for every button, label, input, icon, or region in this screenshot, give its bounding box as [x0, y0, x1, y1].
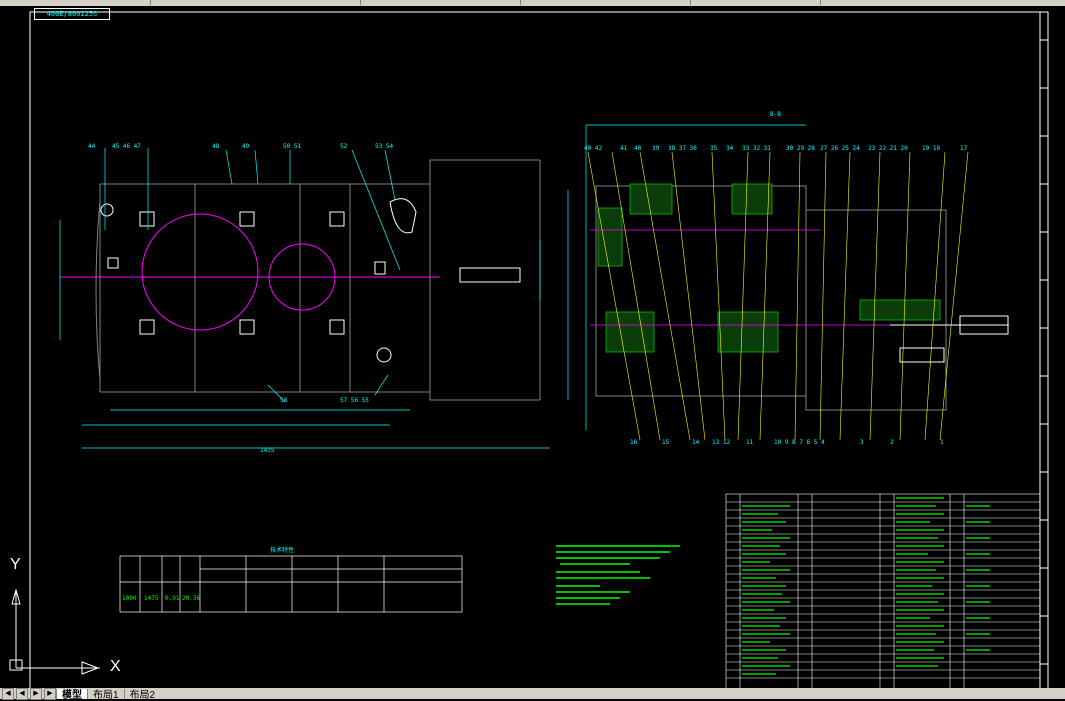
tab-next-icon[interactable]: ▶ — [30, 687, 42, 700]
drawing-border — [29, 11, 1049, 688]
param-cell: 20.36 — [182, 595, 200, 602]
parameter-table-values: 1000 1475 0.91 20.36 技术特性 — [122, 546, 294, 602]
svg-text:40 42: 40 42 — [584, 145, 602, 152]
ucs-axis-icon — [9, 588, 100, 675]
svg-text:19 18: 19 18 — [922, 145, 940, 152]
ucs-y-label: Y — [10, 556, 21, 573]
tab-model[interactable]: 模型 — [56, 688, 87, 701]
tab-first-icon[interactable]: ◀ — [2, 687, 14, 700]
svg-text:23 22 21 20: 23 22 21 20 — [868, 145, 908, 152]
svg-text:1: 1 — [940, 439, 944, 446]
ucs-x-label: X — [110, 658, 121, 675]
technical-notes — [556, 545, 680, 605]
drawing-canvas[interactable]: 44 45 46 47 48 49 50 51 52 53 54 58 57 56 55… — [0, 6, 1065, 688]
toolbar-segment[interactable] — [690, 0, 821, 5]
svg-text:39: 39 — [652, 145, 660, 152]
svg-text:49: 49 — [242, 143, 250, 150]
svg-text:34: 34 — [726, 145, 734, 152]
parameter-table[interactable] — [119, 555, 463, 613]
param-table-title: 技术特性 — [270, 546, 294, 554]
svg-text:58: 58 — [280, 397, 288, 404]
svg-text:50 51: 50 51 — [283, 143, 301, 150]
toolbar-segment[interactable] — [150, 0, 361, 5]
svg-text:35: 35 — [710, 145, 718, 152]
param-cell: 0.91 — [165, 595, 180, 602]
tab-prev-icon[interactable]: ◀ — [16, 687, 28, 700]
svg-text:14: 14 — [692, 439, 700, 446]
svg-text:15: 15 — [662, 439, 670, 446]
section-label: B-B — [770, 111, 781, 118]
svg-text:11: 11 — [746, 439, 754, 446]
parts-list-table[interactable] — [725, 493, 1041, 688]
svg-text:2: 2 — [890, 439, 894, 446]
parts-list-entries — [742, 497, 990, 675]
svg-text:45 46 47: 45 46 47 — [112, 143, 141, 150]
tab-layout-2[interactable]: 布局2 — [123, 688, 161, 701]
param-cell: 1475 — [144, 595, 159, 602]
svg-text:27 26 25 24: 27 26 25 24 — [820, 145, 860, 152]
svg-text:52: 52 — [340, 143, 348, 150]
drawing-code: 400E/800125S — [34, 8, 110, 20]
svg-text:57 56 55: 57 56 55 — [340, 397, 369, 404]
svg-text:38 37 36: 38 37 36 — [668, 145, 697, 152]
zone-ruler — [1040, 39, 1048, 665]
toolbar-segment[interactable] — [520, 0, 691, 5]
svg-text:44: 44 — [88, 143, 96, 150]
svg-text:1435: 1435 — [260, 447, 275, 454]
toolbar-segment[interactable] — [820, 0, 1065, 5]
svg-text:41: 41 — [620, 145, 628, 152]
toolbar-segment[interactable] — [0, 0, 151, 5]
param-cell: 1000 — [122, 595, 137, 602]
svg-text:3: 3 — [860, 439, 864, 446]
svg-text:48: 48 — [212, 143, 220, 150]
layout-tabs: ◀ ◀ ▶ ▶ 模型 布局1 布局2 — [0, 687, 1065, 701]
toolbar-segment[interactable] — [360, 0, 521, 5]
svg-text:30 29 28: 30 29 28 — [786, 145, 815, 152]
svg-text:53 54: 53 54 — [375, 143, 393, 150]
svg-text:40: 40 — [634, 145, 642, 152]
section-view[interactable]: B-B 40 42 41 40 39 38 37 36 35 34 33 32 31 30 … — [567, 111, 1010, 446]
front-view[interactable]: 44 45 46 47 48 49 50 51 52 53 54 58 57 56 55… — [59, 143, 550, 454]
svg-text:13 12: 13 12 — [712, 439, 730, 446]
tab-layout-1[interactable]: 布局1 — [87, 688, 124, 701]
tab-last-icon[interactable]: ▶ — [44, 687, 56, 700]
svg-text:10 9 8 7 6 5 4: 10 9 8 7 6 5 4 — [774, 439, 825, 446]
svg-text:33 32 31: 33 32 31 — [742, 145, 771, 152]
svg-text:16: 16 — [630, 439, 638, 446]
svg-text:17: 17 — [960, 145, 968, 152]
